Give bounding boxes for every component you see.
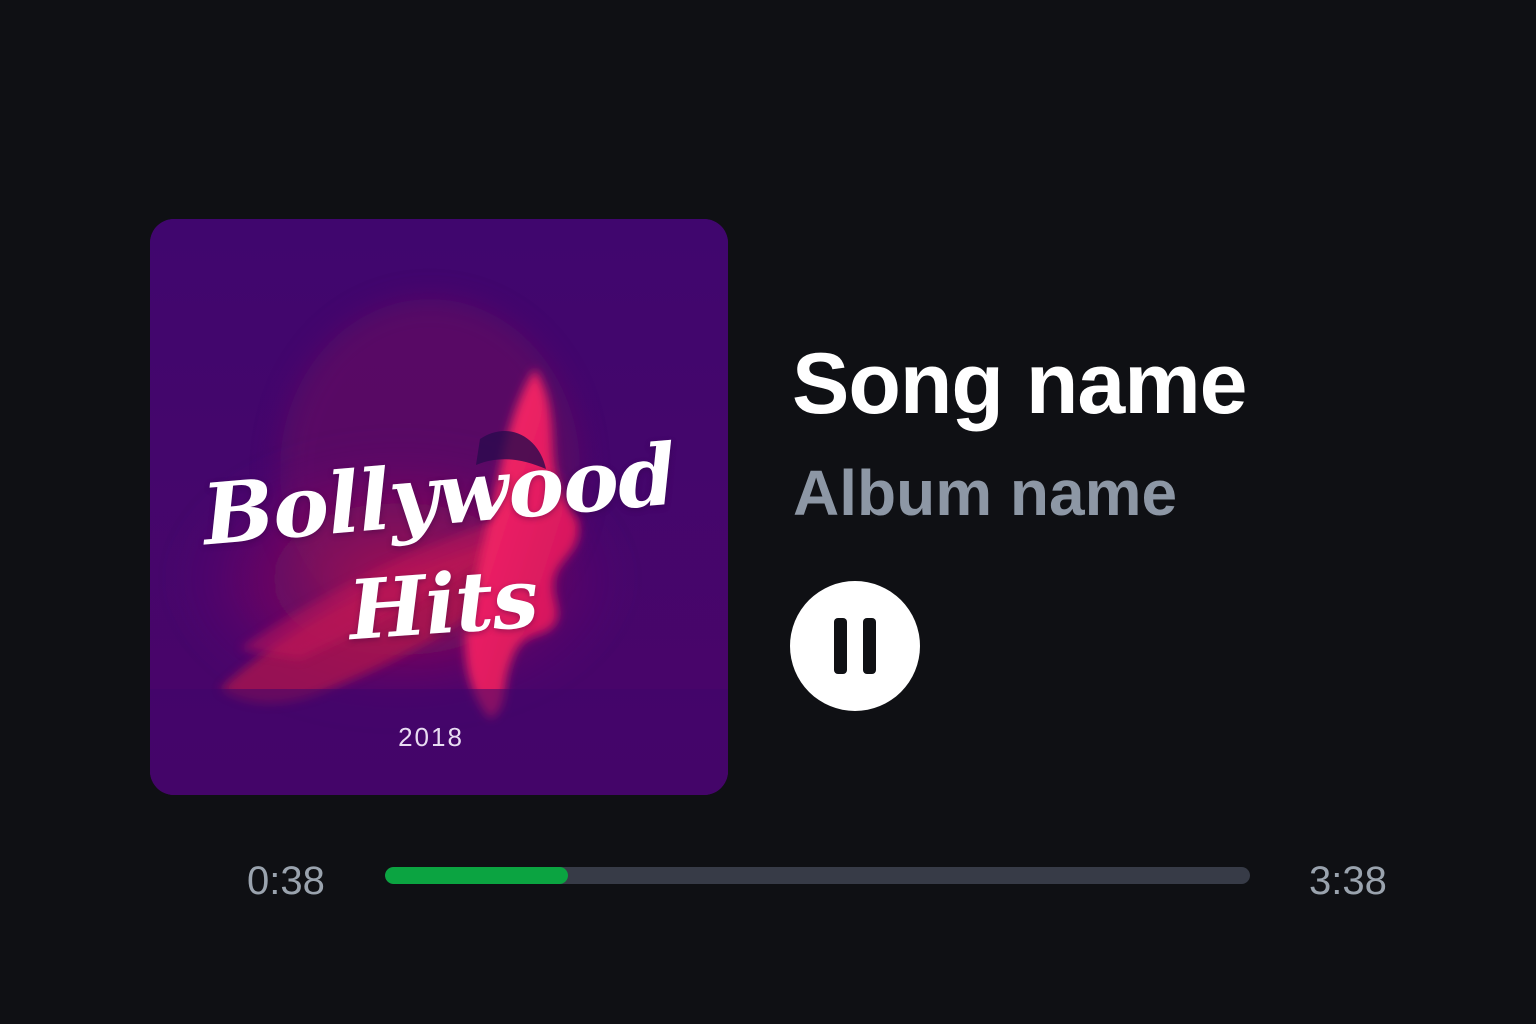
pause-bar-right <box>863 618 876 674</box>
now-playing-view: Bollywood Hits 2018 Song name Album name… <box>0 0 1536 1024</box>
total-time: 3:38 <box>1309 859 1387 903</box>
song-title: Song name <box>792 336 1248 432</box>
artwork-year: 2018 <box>398 722 464 752</box>
pause-bar-left <box>834 618 847 674</box>
progress-bar[interactable] <box>385 867 1250 884</box>
album-name: Album name <box>793 457 1178 529</box>
elapsed-time: 0:38 <box>247 859 325 903</box>
progress-fill <box>385 867 568 884</box>
pause-icon <box>834 618 876 674</box>
album-artwork: Bollywood Hits 2018 <box>150 219 728 795</box>
pause-button[interactable] <box>790 581 920 711</box>
